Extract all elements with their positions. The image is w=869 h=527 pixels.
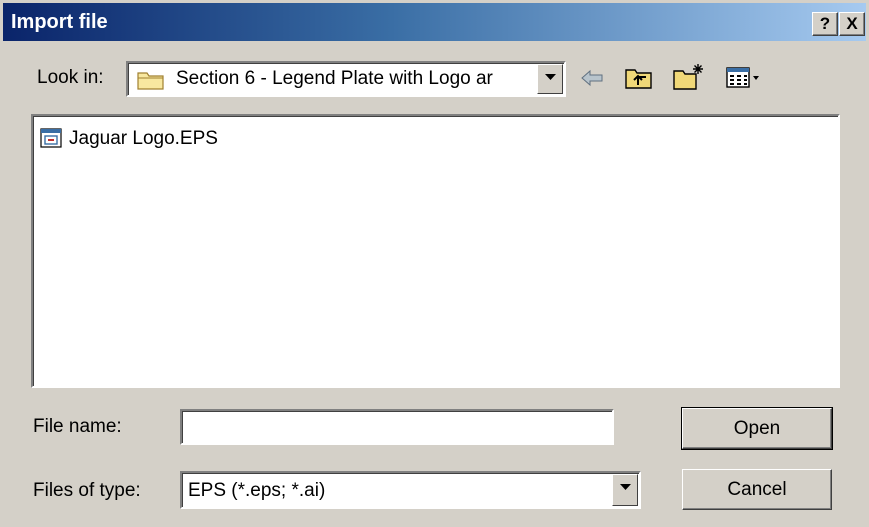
import-file-dialog: Import file ? X Look in: Section 6 - Leg… <box>0 0 869 527</box>
file-name-label: File name: <box>33 416 122 437</box>
close-button[interactable]: X <box>839 12 865 36</box>
look-in-label: Look in: <box>37 67 104 88</box>
file-list[interactable]: Jaguar Logo.EPS <box>31 114 840 388</box>
chevron-down-icon <box>545 74 556 80</box>
files-of-type-dropdown-arrow[interactable] <box>612 474 638 506</box>
folder-icon <box>137 69 165 97</box>
look-in-value: Section 6 - Legend Plate with Logo ar <box>176 68 493 89</box>
file-name-input[interactable] <box>180 409 614 445</box>
files-of-type-label: Files of type: <box>33 480 141 501</box>
look-in-dropdown-arrow[interactable] <box>537 64 563 94</box>
cancel-button[interactable]: Cancel <box>682 469 832 510</box>
open-button[interactable]: Open <box>681 407 833 450</box>
window-title: Import file <box>11 11 108 33</box>
file-name-text: Jaguar Logo.EPS <box>69 128 218 149</box>
title-bar[interactable]: Import file ? X <box>3 3 866 41</box>
files-of-type-value: EPS (*.eps; *.ai) <box>188 480 326 501</box>
new-folder-icon[interactable] <box>672 62 706 98</box>
files-of-type-dropdown[interactable]: EPS (*.eps; *.ai) <box>180 471 641 509</box>
view-menu-icon[interactable] <box>726 67 762 95</box>
up-folder-icon[interactable] <box>624 65 654 97</box>
help-button[interactable]: ? <box>812 12 838 36</box>
look-in-dropdown[interactable]: Section 6 - Legend Plate with Logo ar <box>126 61 566 97</box>
eps-file-icon <box>40 128 62 154</box>
chevron-down-icon <box>620 484 631 490</box>
back-icon[interactable] <box>581 69 603 93</box>
